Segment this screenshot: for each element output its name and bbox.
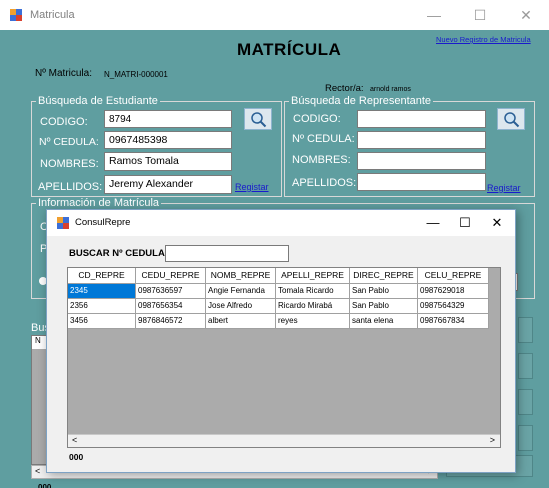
dialog-title: ConsulRepre [75, 217, 131, 228]
estudiante-search-button[interactable] [244, 108, 272, 130]
column-header[interactable]: CELU_REPRE [418, 268, 489, 284]
representantes-grid: CD_REPRE CEDU_REPRE NOMB_REPRE APELLI_REPRE… [67, 267, 501, 448]
rector-label: Rector/a: [325, 83, 364, 94]
representante-nombres-field[interactable] [357, 152, 486, 170]
buscar-cedula-field[interactable] [165, 245, 289, 262]
partial-bottom-count: 000 [38, 483, 52, 488]
column-header[interactable]: CEDU_REPRE [136, 268, 206, 284]
informacion-group-title: Información de Matrícula [36, 197, 162, 209]
table-cell[interactable]: Tomala Ricardo [276, 284, 350, 299]
representante-cedula-label: Nº CEDULA: [292, 133, 355, 145]
representante-nombres-label: NOMBRES: [292, 154, 351, 166]
estudiante-cedula-label: Nº CEDULA: [39, 136, 99, 148]
estudiante-apellidos-label: APELLIDOS: [38, 181, 103, 193]
side-button-3[interactable] [518, 389, 533, 415]
table-cell[interactable]: Jose Alfredo [206, 299, 276, 314]
app-window-icon [57, 217, 69, 229]
buscar-cedula-label: BUSCAR Nº CEDULA: [69, 248, 168, 259]
side-button-4[interactable] [518, 425, 533, 451]
table-cell[interactable]: San Pablo [350, 299, 418, 314]
estudiante-apellidos-field[interactable]: Jeremy Alexander [104, 175, 232, 194]
table-cell[interactable]: 0987636597 [136, 284, 206, 299]
table-cell[interactable]: 3456 [68, 314, 136, 329]
matricula-label: Nº Matricula: [35, 68, 92, 79]
dialog-record-count: 000 [69, 452, 84, 462]
estudiante-group-title: Búsqueda de Estudiante [36, 95, 160, 107]
estudiante-codigo-field[interactable]: 8794 [104, 110, 232, 128]
magnifier-icon [504, 112, 520, 128]
scroll-right-icon[interactable]: > [490, 435, 495, 445]
representante-codigo-field[interactable] [357, 110, 486, 128]
representante-apellidos-field[interactable] [357, 173, 486, 191]
close-button[interactable]: ✕ [503, 0, 549, 30]
table-cell[interactable]: albert [206, 314, 276, 329]
minimize-button[interactable]: — [411, 0, 457, 30]
dialog-maximize-button[interactable]: ☐ [447, 210, 483, 236]
estudiante-codigo-label: CODIGO: [40, 116, 88, 128]
estudiante-nombres-field[interactable]: Ramos Tomala [104, 152, 232, 171]
column-header[interactable]: DIREC_REPRE [350, 268, 418, 284]
side-button-1[interactable] [518, 317, 533, 343]
table-cell[interactable]: 2345 [68, 284, 136, 299]
grid-hscroll[interactable]: < > [68, 434, 500, 447]
table-cell[interactable]: 0987656354 [136, 299, 206, 314]
table-cell[interactable]: santa elena [350, 314, 418, 329]
scroll-left-icon[interactable]: < [72, 435, 77, 445]
magnifier-icon [251, 112, 267, 128]
side-button-2[interactable] [518, 353, 533, 379]
partial-grid: N [31, 335, 48, 465]
consulrepre-dialog: ConsulRepre — ☐ ✕ BUSCAR Nº CEDULA: CD_R… [46, 209, 516, 473]
table-cell[interactable]: 0987667834 [418, 314, 489, 329]
column-header[interactable]: CD_REPRE [68, 268, 136, 284]
maximize-button[interactable]: ☐ [457, 0, 503, 30]
representante-apellidos-label: APELLIDOS: [292, 177, 357, 189]
table-cell[interactable]: Angie Fernanda [206, 284, 276, 299]
dialog-close-button[interactable]: ✕ [479, 210, 515, 236]
representante-registrar-link[interactable]: Registar [487, 183, 521, 193]
column-header[interactable]: APELLI_REPRE [276, 268, 350, 284]
table-cell[interactable]: 0987629018 [418, 284, 489, 299]
nuevo-registro-link[interactable]: Nuevo Registro de Matricula [436, 35, 531, 44]
dialog-minimize-button[interactable]: — [415, 210, 451, 236]
table-cell[interactable]: 0987564329 [418, 299, 489, 314]
main-titlebar: Matricula — ☐ ✕ [0, 0, 549, 30]
representante-group-title: Búsqueda de Representante [289, 95, 434, 107]
estudiante-registrar-link[interactable]: Registar [235, 182, 269, 192]
representante-search-button[interactable] [497, 108, 525, 130]
table-cell[interactable]: 9876846572 [136, 314, 206, 329]
estudiante-cedula-field[interactable]: 0967485398 [104, 131, 232, 149]
estudiante-nombres-label: NOMBRES: [40, 158, 99, 170]
column-header[interactable]: NOMB_REPRE [206, 268, 276, 284]
table-cell[interactable]: San Pablo [350, 284, 418, 299]
representante-codigo-label: CODIGO: [293, 113, 341, 125]
app-window-icon [10, 9, 22, 21]
matricula-value: N_MATRI-000001 [104, 70, 168, 79]
dialog-titlebar: ConsulRepre — ☐ ✕ [47, 210, 515, 236]
table-cell[interactable]: 2356 [68, 299, 136, 314]
rector-value: arnold ramos [370, 86, 411, 93]
table-cell[interactable]: Ricardo Mirabá [276, 299, 350, 314]
window-title: Matricula [30, 9, 75, 21]
page-title: MATRÍCULA [237, 40, 342, 59]
table-cell[interactable]: reyes [276, 314, 350, 329]
representante-cedula-field[interactable] [357, 131, 486, 149]
